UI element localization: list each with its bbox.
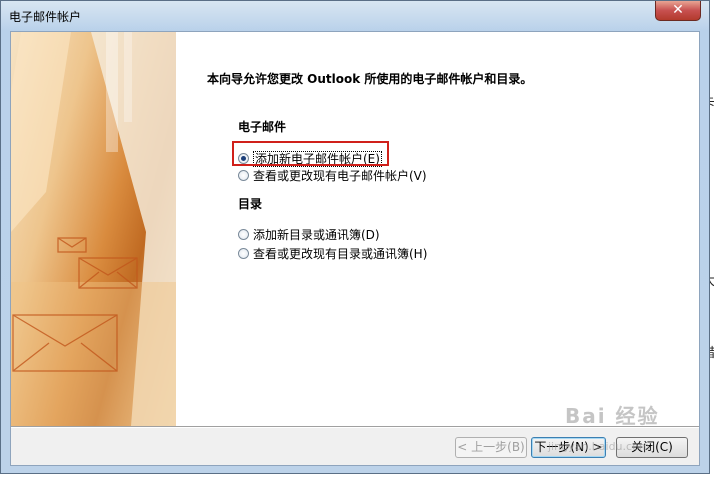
email-section-heading: 电子邮件 xyxy=(238,120,287,134)
envelope-illustration xyxy=(11,32,176,426)
close-icon[interactable]: ✕ xyxy=(655,1,701,21)
window-title: 电子邮件帐户 xyxy=(9,10,82,24)
radio-icon[interactable] xyxy=(238,248,249,259)
watermark-logo: Bai 经验 xyxy=(565,404,660,428)
wizard-banner-image xyxy=(11,32,176,426)
wizard-intro-text: 本向导允许您更改 Outlook 所使用的电子邮件帐户和目录。 xyxy=(207,72,533,86)
radio-icon[interactable] xyxy=(238,229,249,240)
view-directory-option[interactable]: 查看或更改现有目录或通讯簿(H) xyxy=(238,245,427,261)
add-directory-option[interactable]: 添加新目录或通讯簿(D) xyxy=(238,226,380,242)
option-label[interactable]: 查看或更改现有电子邮件帐户(V) xyxy=(253,169,427,183)
option-label[interactable]: 添加新目录或通讯簿(D) xyxy=(253,228,380,242)
option-label[interactable]: 查看或更改现有目录或通讯簿(H) xyxy=(253,247,427,261)
view-email-accounts-option[interactable]: 查看或更改现有电子邮件帐户(V) xyxy=(238,167,427,183)
directory-section-heading: 目录 xyxy=(238,197,263,211)
back-button[interactable]: < 上一步(B) xyxy=(455,437,527,458)
highlight-annotation-box xyxy=(232,141,389,166)
wizard-content: 本向导允许您更改 Outlook 所使用的电子邮件帐户和目录。 电子邮件 添加新… xyxy=(176,32,699,426)
radio-icon[interactable] xyxy=(238,170,249,181)
title-bar[interactable]: 电子邮件帐户 ✕ xyxy=(1,1,709,31)
watermark-url: jingyan.baidu.com xyxy=(548,440,650,453)
